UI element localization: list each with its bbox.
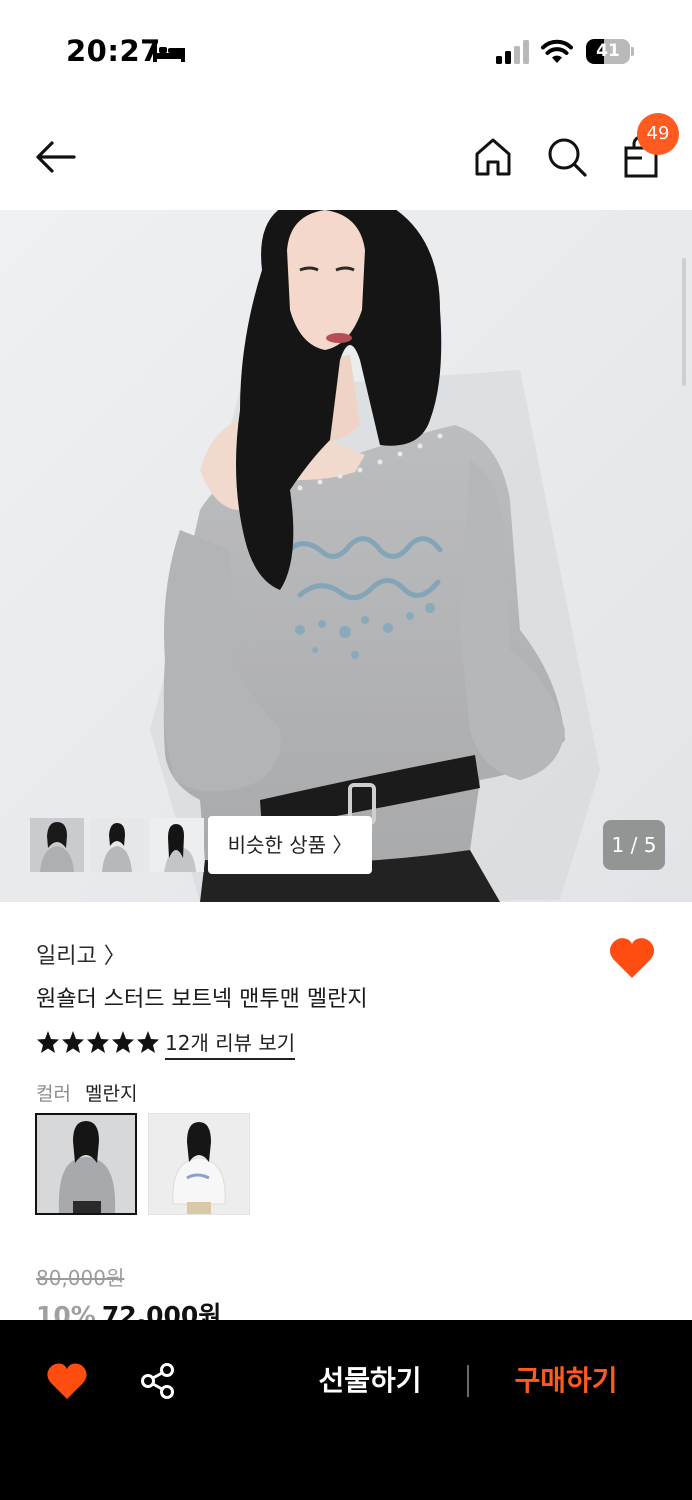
scroll-indicator[interactable] [682,258,686,386]
color-value: 멜란지 [85,1083,138,1105]
sale-price-row: 10% 72,000원 [36,1296,221,1322]
color-option-white[interactable] [148,1113,250,1215]
home-icon[interactable] [470,134,516,180]
battery-icon: 41 [586,39,634,64]
color-label: 컬러 [36,1083,71,1105]
rating-stars [37,1031,159,1053]
wifi-icon [541,39,573,63]
original-price: 80,000원 [36,1266,125,1290]
battery-percentage: 41 [596,41,620,61]
bottom-action-bar: 선물하기 구매하기 [0,1320,692,1500]
color-option-melange[interactable] [35,1113,137,1215]
bed-icon [153,42,185,62]
product-image-gallery[interactable]: 비슷한 상품 〉 1 / 5 [0,210,692,902]
review-link[interactable]: 12개 리뷰 보기 [165,1027,296,1060]
discount-rate: 10% [36,1301,96,1322]
buy-button[interactable]: 구매하기 [496,1356,636,1406]
gift-button[interactable]: 선물하기 [300,1356,440,1406]
gallery-thumbnail-3[interactable] [150,818,204,872]
sale-price: 72,000원 [101,1301,222,1322]
status-time: 20:27 [66,34,161,68]
gallery-thumbnail-2[interactable] [90,818,144,872]
top-navigation [0,100,692,210]
share-icon[interactable] [140,1362,176,1400]
signal-icon [496,40,529,64]
back-arrow-icon[interactable] [30,134,80,180]
product-title: 원숄더 스터드 보트넥 맨투맨 멜란지 [36,987,368,1012]
brand-link[interactable]: 일리고 〉 [36,938,126,970]
cart-count-badge: 49 [637,113,679,155]
status-bar: 20:27 41 [0,0,692,100]
search-icon[interactable] [544,134,590,180]
image-page-indicator: 1 / 5 [603,820,665,870]
similar-products-button[interactable]: 비슷한 상품 〉 [208,816,372,874]
heart-icon[interactable] [608,936,656,980]
heart-icon[interactable] [46,1362,88,1400]
gallery-thumbnail-1[interactable] [30,818,84,872]
product-main-photo [0,210,692,902]
divider [467,1365,469,1397]
